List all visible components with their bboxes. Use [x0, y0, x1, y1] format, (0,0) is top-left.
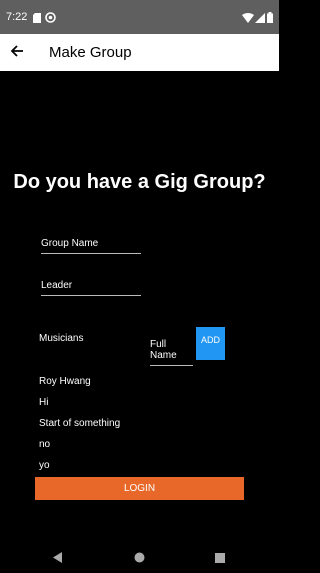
add-button[interactable]: ADD	[196, 327, 225, 360]
full-name-field[interactable]: Full Name	[150, 339, 193, 366]
list-item: no	[39, 439, 51, 450]
leader-field[interactable]: Leader	[41, 280, 141, 296]
back-triangle-icon[interactable]	[53, 550, 63, 568]
wifi-icon	[242, 10, 254, 28]
navigation-bar	[0, 540, 279, 573]
list-item: Hi	[39, 397, 49, 408]
sd-card-icon	[33, 10, 41, 28]
musicians-label: Musicians	[39, 333, 84, 344]
status-time: 7:22	[6, 11, 28, 23]
cellular-signal-icon	[255, 10, 265, 28]
at-sign-icon	[45, 10, 56, 28]
list-item: Roy Hwang	[39, 376, 91, 387]
home-circle-icon[interactable]	[134, 550, 145, 568]
arrow-left-icon[interactable]	[9, 43, 25, 64]
page-heading: Do you have a Gig Group?	[13, 171, 266, 193]
app-bar: Make Group	[0, 34, 279, 71]
list-item: Start of something	[39, 418, 121, 429]
musicians-list: Roy Hwang Hi Start of something no yo	[39, 376, 120, 481]
group-name-field[interactable]: Group Name	[41, 238, 141, 254]
battery-icon	[267, 10, 273, 28]
recents-square-icon[interactable]	[215, 550, 225, 568]
status-bar: 7:22	[0, 0, 279, 34]
login-button[interactable]: LOGIN	[35, 477, 244, 500]
app-title: Make Group	[49, 44, 132, 61]
